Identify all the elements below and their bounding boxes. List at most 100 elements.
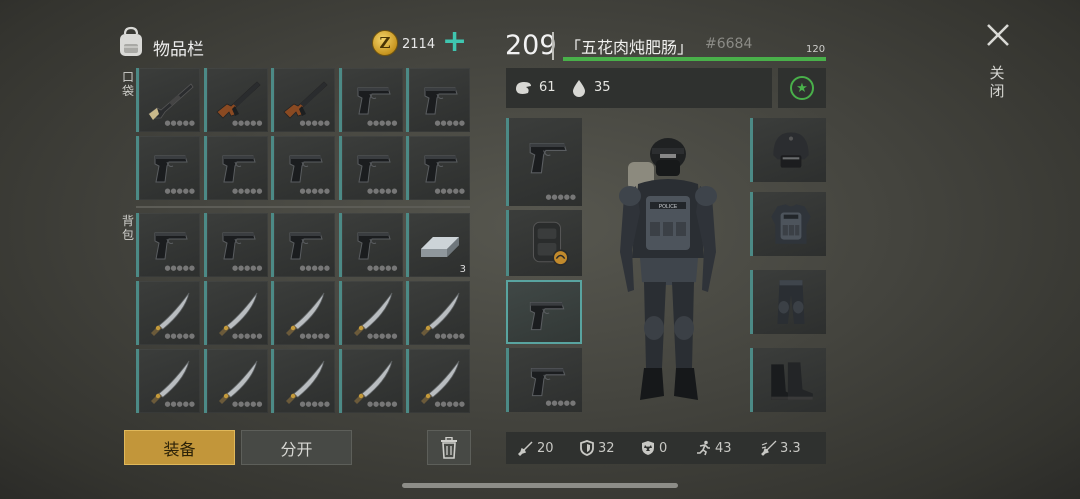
pistol-icon bbox=[357, 87, 390, 115]
pistol-icon bbox=[289, 232, 323, 260]
backpack-slot[interactable]: ●●●●● bbox=[338, 281, 403, 345]
star-icon[interactable]: ★ bbox=[790, 76, 814, 100]
player-level: 209 bbox=[505, 30, 557, 61]
durability-dots: ●●●●● bbox=[299, 119, 330, 127]
pocket-slot[interactable]: ●●●●● bbox=[338, 136, 403, 200]
backpack-slot[interactable]: ●●●●● bbox=[406, 281, 470, 345]
durability-dots: ●●●●● bbox=[231, 264, 263, 272]
pistol-icon bbox=[154, 155, 188, 183]
section-divider bbox=[136, 206, 470, 208]
pants-slot[interactable] bbox=[750, 270, 826, 334]
backpack-slot[interactable]: ●●●●● bbox=[203, 281, 268, 345]
food-icon bbox=[516, 82, 531, 94]
secondary-weapon-slot[interactable] bbox=[506, 280, 582, 344]
helmet-slot[interactable] bbox=[750, 118, 826, 182]
backpack-slot[interactable]: ●●●●● bbox=[406, 349, 470, 413]
water-value: 35 bbox=[594, 80, 611, 95]
pocket-slot[interactable]: ●●●●● bbox=[136, 136, 200, 200]
durability-dots: ●●●●● bbox=[366, 332, 398, 340]
xp-fill bbox=[563, 57, 826, 61]
sword-speed-icon bbox=[761, 440, 777, 456]
pocket-slot[interactable]: ●●●●● bbox=[271, 68, 335, 132]
backpack-slot[interactable]: ●●●●● bbox=[271, 281, 335, 345]
pants-icon bbox=[777, 280, 805, 324]
trash-button[interactable] bbox=[427, 430, 471, 465]
machete-icon bbox=[218, 360, 257, 405]
pocket-slot[interactable]: ●●●●● bbox=[136, 68, 200, 132]
defense-value: 32 bbox=[598, 440, 615, 456]
backpack-slot[interactable]: 3 bbox=[406, 213, 470, 277]
durability-dots: ●●●●● bbox=[164, 332, 195, 340]
pocket-slot[interactable]: ●●●●● bbox=[338, 68, 403, 132]
durability-dots: ●●●●● bbox=[231, 332, 263, 340]
durability-dots: ●●●●● bbox=[545, 399, 576, 407]
backpack-slot[interactable] bbox=[506, 210, 582, 276]
backpack-slot[interactable]: ●●●●● bbox=[136, 349, 200, 413]
third-weapon-slot[interactable]: ●●●●● bbox=[506, 348, 582, 412]
player-id: #6684 bbox=[705, 36, 753, 52]
machete-icon bbox=[420, 292, 460, 337]
durability-dots: ●●●●● bbox=[545, 193, 576, 201]
body-armor-slot[interactable] bbox=[750, 192, 826, 256]
machete-icon bbox=[285, 292, 325, 337]
pocket-slot[interactable]: ●●●●● bbox=[271, 136, 335, 200]
backpack-slot[interactable]: ●●●●● bbox=[338, 349, 403, 413]
durability-dots: ●●●●● bbox=[366, 119, 398, 127]
rifle-icon bbox=[216, 81, 260, 119]
backpack-slot[interactable]: ●●●●● bbox=[203, 213, 268, 277]
backpack-slot[interactable]: ●●●●● bbox=[338, 213, 403, 277]
durability-dots: ●●●●● bbox=[164, 119, 195, 127]
main-weapon-slot[interactable]: ●●●●● bbox=[506, 118, 582, 206]
durability-dots: ●●●●● bbox=[164, 187, 195, 195]
rifle-icon bbox=[283, 81, 328, 119]
durability-dots: ●●●●● bbox=[231, 187, 263, 195]
backpack-slot[interactable]: ●●●●● bbox=[136, 281, 200, 345]
player-name: 「五花肉炖肥肠」 bbox=[565, 38, 694, 57]
pistol-icon bbox=[222, 155, 255, 183]
boots-icon bbox=[771, 362, 813, 400]
backpack-slot[interactable]: ●●●●● bbox=[271, 213, 335, 277]
pocket-slot[interactable]: ●●●●● bbox=[406, 136, 470, 200]
add-coins-button[interactable]: + bbox=[442, 27, 467, 58]
backpack-slot[interactable]: ●●●●● bbox=[136, 213, 200, 277]
machete-icon bbox=[353, 292, 392, 337]
xp-bar bbox=[563, 57, 826, 61]
pocket-slot[interactable]: ●●●●● bbox=[406, 68, 470, 132]
coin-count: 2114 bbox=[402, 37, 436, 52]
water-drop-icon bbox=[573, 80, 585, 97]
radiation-shield-icon bbox=[642, 441, 654, 455]
backpack-icon bbox=[120, 26, 142, 56]
machete-icon bbox=[285, 360, 325, 405]
close-icon[interactable] bbox=[985, 22, 1011, 48]
durability-dots: ●●●●● bbox=[231, 400, 263, 408]
attack-stat: 20 bbox=[518, 440, 554, 456]
machete-icon bbox=[420, 360, 460, 405]
level-separator bbox=[552, 32, 554, 60]
radiation-value: 0 bbox=[659, 440, 668, 456]
svg-text:POLICE: POLICE bbox=[659, 204, 678, 210]
backpack-slot[interactable]: ●●●●● bbox=[271, 349, 335, 413]
perk-panel[interactable]: ★ bbox=[778, 68, 826, 108]
shield-icon bbox=[580, 440, 594, 456]
xp-max: 120 bbox=[806, 44, 826, 55]
machete-icon bbox=[218, 292, 257, 337]
pistol-icon bbox=[154, 232, 188, 260]
durability-dots: ●●●●● bbox=[299, 187, 330, 195]
durability-dots: ●●●●● bbox=[231, 119, 263, 127]
tactical-backpack-icon bbox=[532, 221, 569, 266]
backpack-slot[interactable]: ●●●●● bbox=[203, 349, 268, 413]
food-value: 61 bbox=[539, 80, 556, 95]
equip-button[interactable]: 装备 bbox=[124, 430, 235, 465]
pocket-slot[interactable]: ●●●●● bbox=[203, 68, 268, 132]
home-indicator bbox=[402, 483, 678, 488]
sword-icon bbox=[518, 441, 533, 456]
pocket-slot[interactable]: ●●●●● bbox=[203, 136, 268, 200]
pistol-icon bbox=[424, 87, 458, 115]
defense-stat: 32 bbox=[579, 440, 615, 456]
durability-dots: ●●●●● bbox=[299, 400, 330, 408]
survival-stats-panel: 61 35 bbox=[506, 68, 772, 108]
boots-slot[interactable] bbox=[750, 348, 826, 412]
close-label[interactable]: 关闭 bbox=[988, 64, 1006, 100]
split-button[interactable]: 分开 bbox=[241, 430, 352, 465]
shotgun-icon bbox=[148, 83, 194, 121]
